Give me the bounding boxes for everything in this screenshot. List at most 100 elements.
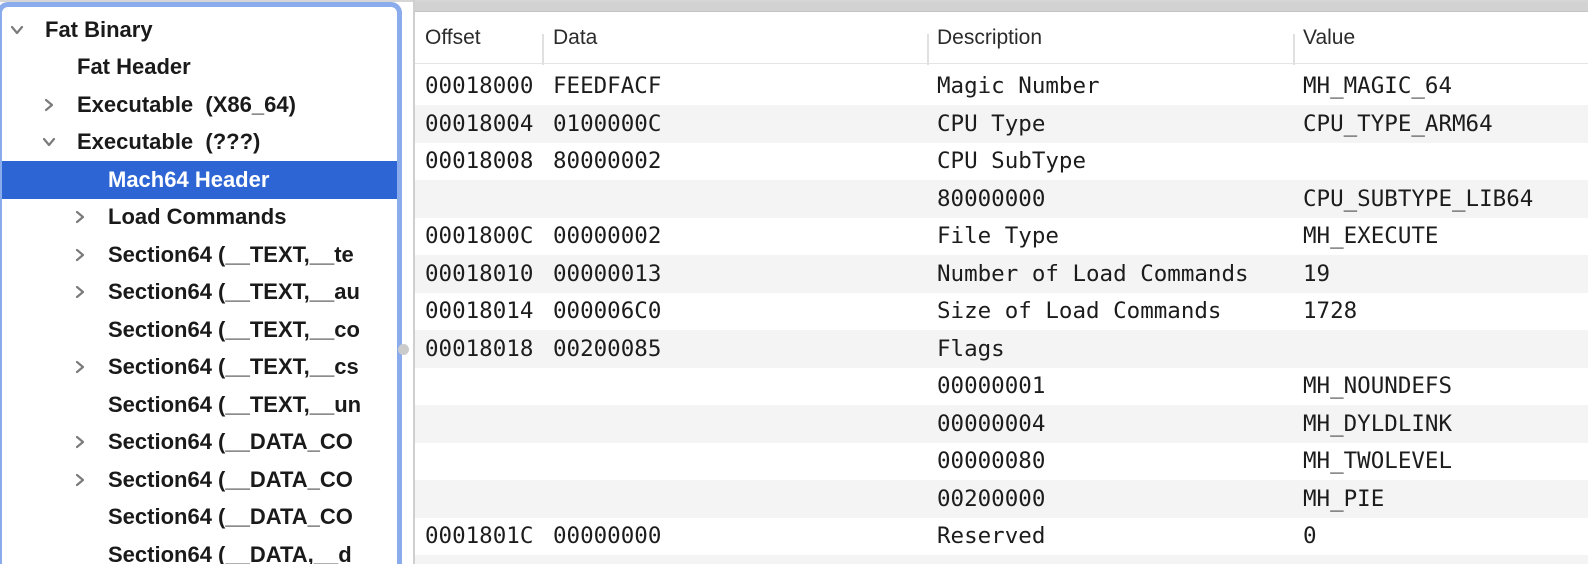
mach-header-table-pane: Offset Data Description Value 00018000 F… bbox=[415, 0, 1588, 564]
binary-structure-tree: Fat Binary Fat Header Executable (X86_64… bbox=[2, 7, 397, 564]
column-resize-handle[interactable] bbox=[542, 34, 544, 65]
cell-data: FEEDFACF bbox=[553, 73, 937, 99]
sidebar-outline-panel: Fat Binary Fat Header Executable (X86_64… bbox=[0, 2, 402, 564]
chevron-down-icon[interactable] bbox=[7, 20, 27, 40]
table-row[interactable]: 00018018 00200085 Flags bbox=[415, 330, 1588, 368]
pane-splitter-handle[interactable] bbox=[398, 344, 409, 355]
table-row[interactable]: 00018004 0100000C CPU Type CPU_TYPE_ARM6… bbox=[415, 105, 1588, 143]
chevron-right-icon[interactable] bbox=[70, 470, 90, 490]
tree-item-label: Section64 (__DATA,__d bbox=[108, 542, 352, 564]
tree-item-label: Section64 (__TEXT,__co bbox=[108, 317, 360, 343]
cell-value: CPU_TYPE_ARM64 bbox=[1303, 111, 1588, 137]
cell-description: Size of Load Commands bbox=[937, 298, 1303, 324]
tree-item-label: Section64 (__DATA_CO bbox=[108, 467, 353, 493]
cell-description: 00000001 bbox=[937, 373, 1303, 399]
tree-item-label: Executable (X86_64) bbox=[77, 92, 296, 118]
table-row[interactable]: 0001800C 00000002 File Type MH_EXECUTE bbox=[415, 218, 1588, 256]
chevron-placeholder bbox=[39, 57, 59, 77]
cell-value: MH_MAGIC_64 bbox=[1303, 73, 1588, 99]
cell-offset: 00018014 bbox=[425, 298, 553, 324]
tree-item-label: Section64 (__TEXT,__te bbox=[108, 242, 354, 268]
tree-item-label: Load Commands bbox=[108, 204, 286, 230]
tree-item-label: Section64 (__TEXT,__cs bbox=[108, 354, 359, 380]
table-row[interactable]: 00018010 00000013 Number of Load Command… bbox=[415, 255, 1588, 293]
table-row[interactable]: 0001801C 00000000 Reserved 0 bbox=[415, 518, 1588, 556]
cell-offset: 00018018 bbox=[425, 336, 553, 362]
cell-value: MH_EXECUTE bbox=[1303, 223, 1588, 249]
cell-data: 00000002 bbox=[553, 223, 937, 249]
column-header-offset[interactable]: Offset bbox=[425, 26, 553, 50]
cell-value: 19 bbox=[1303, 261, 1588, 287]
tree-item[interactable]: Section64 (__TEXT,__au bbox=[2, 274, 397, 312]
cell-description: CPU SubType bbox=[937, 148, 1303, 174]
tree-item[interactable]: Fat Header bbox=[2, 49, 397, 87]
tree-item-label: Fat Header bbox=[77, 54, 191, 80]
cell-data: 0100000C bbox=[553, 111, 937, 137]
tree-item[interactable]: Section64 (__DATA_CO bbox=[2, 461, 397, 499]
chevron-right-icon[interactable] bbox=[70, 357, 90, 377]
tree-item[interactable]: Mach64 Header bbox=[2, 161, 397, 199]
cell-description: Flags bbox=[937, 336, 1303, 362]
cell-description: 00200000 bbox=[937, 486, 1303, 512]
chevron-right-icon[interactable] bbox=[70, 282, 90, 302]
table-row[interactable]: 00000080 MH_TWOLEVEL bbox=[415, 443, 1588, 481]
table-row[interactable]: 00000001 MH_NOUNDEFS bbox=[415, 368, 1588, 406]
pane-divider bbox=[413, 0, 415, 564]
cell-description: 00000004 bbox=[937, 411, 1303, 437]
tree-item[interactable]: Executable (???) bbox=[2, 124, 397, 162]
tree-item[interactable]: Section64 (__TEXT,__te bbox=[2, 236, 397, 274]
cell-offset: 0001800C bbox=[425, 223, 553, 249]
chevron-right-icon[interactable] bbox=[70, 245, 90, 265]
table-row[interactable]: 00018008 80000002 CPU SubType bbox=[415, 143, 1588, 181]
chevron-right-icon[interactable] bbox=[39, 95, 59, 115]
cell-value: 1728 bbox=[1303, 298, 1588, 324]
table-row[interactable]: 00018000 FEEDFACF Magic Number MH_MAGIC_… bbox=[415, 68, 1588, 106]
cell-description: Reserved bbox=[937, 523, 1303, 549]
tree-item[interactable]: Section64 (__TEXT,__co bbox=[2, 311, 397, 349]
tree-item[interactable]: Load Commands bbox=[2, 199, 397, 237]
column-header-value[interactable]: Value bbox=[1303, 26, 1588, 50]
tree-item[interactable]: Section64 (__TEXT,__cs bbox=[2, 349, 397, 387]
cell-description: 00000080 bbox=[937, 448, 1303, 474]
column-resize-handle[interactable] bbox=[1293, 34, 1295, 65]
cell-data: 000006C0 bbox=[553, 298, 937, 324]
chevron-right-icon[interactable] bbox=[70, 432, 90, 452]
table-row[interactable]: 00000004 MH_DYLDLINK bbox=[415, 405, 1588, 443]
chevron-placeholder bbox=[70, 545, 90, 564]
chevron-placeholder bbox=[70, 395, 90, 415]
tree-item[interactable]: Section64 (__DATA,__d bbox=[2, 536, 397, 564]
cell-value: MH_DYLDLINK bbox=[1303, 411, 1588, 437]
table-body: 00018000 FEEDFACF Magic Number MH_MAGIC_… bbox=[415, 68, 1588, 564]
tree-item[interactable]: Section64 (__TEXT,__un bbox=[2, 386, 397, 424]
chevron-placeholder bbox=[70, 320, 90, 340]
cell-value: 0 bbox=[1303, 523, 1588, 549]
table-row[interactable]: 00200000 MH_PIE bbox=[415, 480, 1588, 518]
table-row[interactable]: 00018014 000006C0 Size of Load Commands … bbox=[415, 293, 1588, 331]
cell-description: File Type bbox=[937, 223, 1303, 249]
column-header-data[interactable]: Data bbox=[553, 26, 937, 50]
cell-offset: 0001801C bbox=[425, 523, 553, 549]
table-row[interactable]: 80000000 CPU_SUBTYPE_LIB64 bbox=[415, 180, 1588, 218]
table-row[interactable] bbox=[415, 555, 1588, 564]
cell-description: Number of Load Commands bbox=[937, 261, 1303, 287]
cell-value: MH_NOUNDEFS bbox=[1303, 373, 1588, 399]
cell-offset: 00018008 bbox=[425, 148, 553, 174]
tree-item[interactable]: Fat Binary bbox=[2, 11, 397, 49]
tree-item-label: Section64 (__DATA_CO bbox=[108, 429, 353, 455]
tree-item-label: Section64 (__DATA_CO bbox=[108, 504, 353, 530]
cell-data: 00000000 bbox=[553, 523, 937, 549]
chevron-down-icon[interactable] bbox=[39, 132, 59, 152]
cell-value: MH_PIE bbox=[1303, 486, 1588, 512]
cell-description: CPU Type bbox=[937, 111, 1303, 137]
cell-data: 00200085 bbox=[553, 336, 937, 362]
tree-item-label: Fat Binary bbox=[45, 17, 153, 43]
column-header-description[interactable]: Description bbox=[937, 26, 1303, 50]
chevron-right-icon[interactable] bbox=[70, 207, 90, 227]
tree-item[interactable]: Executable (X86_64) bbox=[2, 86, 397, 124]
tree-item[interactable]: Section64 (__DATA_CO bbox=[2, 499, 397, 537]
tree-item[interactable]: Section64 (__DATA_CO bbox=[2, 424, 397, 462]
column-resize-handle[interactable] bbox=[927, 34, 929, 65]
tree-item-label: Section64 (__TEXT,__au bbox=[108, 279, 360, 305]
cell-value: MH_TWOLEVEL bbox=[1303, 448, 1588, 474]
cell-offset: 00018010 bbox=[425, 261, 553, 287]
